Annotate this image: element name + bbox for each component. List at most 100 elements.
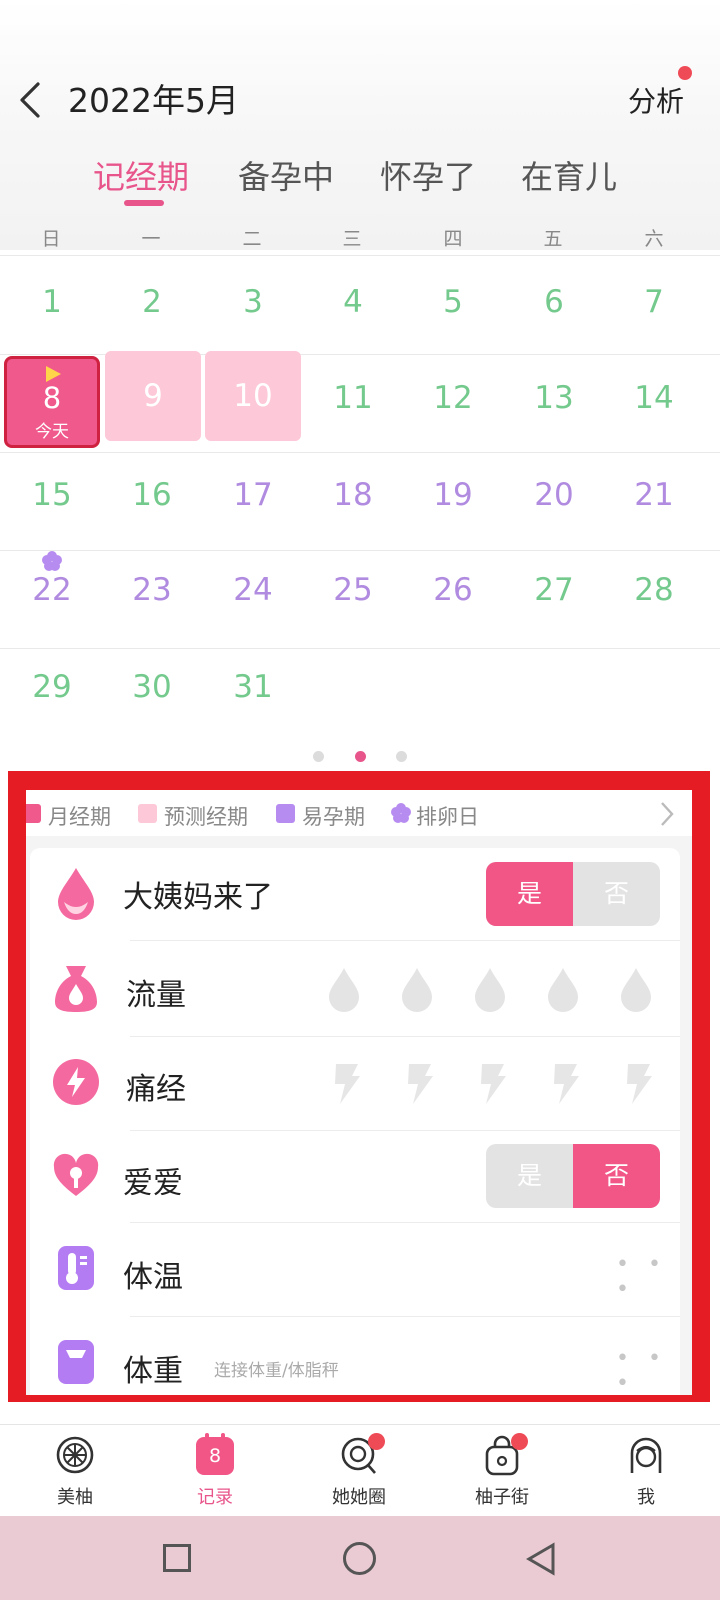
nav-label: 美柚 (57, 1487, 93, 1508)
calendar-day[interactable]: 12 (403, 380, 503, 416)
more-icon[interactable]: • • • (616, 1346, 680, 1395)
calendar-day[interactable]: 7 (604, 284, 704, 320)
calendar-day[interactable]: 14 (604, 380, 704, 416)
nav-item-record[interactable]: 8 记录 (155, 1431, 275, 1513)
nav-item-meiyou[interactable]: 美柚 (15, 1431, 135, 1513)
flow-label: 流量 (126, 978, 186, 1013)
calendar-day[interactable]: 11 (303, 380, 403, 416)
calendar-day[interactable]: 23 (102, 572, 202, 608)
profile-icon (630, 1437, 662, 1473)
pain-bolt-icon[interactable] (547, 1060, 581, 1106)
flow-drop-icon[interactable] (545, 966, 581, 1014)
pager-dot-active[interactable] (355, 751, 366, 762)
calendar-day[interactable]: 28 (604, 572, 704, 608)
period-came-no-button[interactable]: 否 (573, 862, 660, 926)
calendar-day[interactable]: 2 (102, 284, 202, 320)
love-toggle[interactable]: 是 否 (486, 1144, 660, 1208)
calendar-day[interactable]: 25 (303, 572, 403, 608)
calendar-legend[interactable]: 月经期 预测经期 易孕期 排卵日 (26, 790, 692, 836)
today-cell[interactable]: 8 今天 (4, 356, 100, 448)
calendar-day[interactable]: 3 (203, 284, 303, 320)
tab-pregnant[interactable]: 怀孕了 (380, 152, 476, 198)
calendar-day[interactable]: 1 (2, 284, 102, 320)
weekday-fri: 五 (543, 228, 563, 250)
header-area (0, 0, 720, 250)
calendar-day[interactable]: 29 (2, 669, 102, 705)
tab-record-period[interactable]: 记经期 (93, 152, 189, 198)
nav-item-shop[interactable]: 柚子街 (442, 1431, 562, 1513)
nav-item-community[interactable]: 她她圈 (299, 1431, 419, 1513)
row-divider (0, 648, 720, 649)
analysis-notification-dot (678, 66, 692, 80)
pager-dot[interactable] (396, 751, 407, 762)
pain-label: 痛经 (126, 1072, 186, 1107)
predicted-period-cell[interactable]: 10 (205, 351, 301, 441)
back-triangle-icon[interactable] (526, 1542, 556, 1576)
calendar-day[interactable]: 19 (403, 477, 503, 513)
love-yes-button[interactable]: 是 (486, 1144, 573, 1208)
nav-label: 我 (637, 1487, 655, 1508)
pain-level-selector[interactable] (328, 1060, 668, 1110)
weight-label: 体重 (123, 1354, 183, 1389)
home-circle-icon[interactable] (343, 1542, 376, 1575)
weekday-mon: 一 (141, 228, 161, 250)
today-day-number: 8 (42, 381, 62, 415)
flow-drop-icon[interactable] (399, 966, 435, 1014)
chevron-right-icon[interactable] (658, 800, 676, 828)
temperature-label: 体温 (123, 1260, 183, 1295)
calendar-day[interactable]: 4 (303, 284, 403, 320)
legend-label-fertile: 易孕期 (302, 805, 365, 829)
ovulation-flower-icon (42, 551, 62, 571)
calendar-day[interactable]: 20 (504, 477, 604, 513)
calendar-day[interactable]: 5 (403, 284, 503, 320)
flow-drop-icon[interactable] (326, 966, 362, 1014)
back-arrow-icon[interactable] (14, 78, 54, 122)
row-divider (130, 1130, 680, 1131)
calendar-day[interactable]: 26 (403, 572, 503, 608)
recents-square-icon[interactable] (163, 1544, 191, 1572)
nav-item-me[interactable]: 我 (586, 1431, 706, 1513)
pain-bolt-icon[interactable] (474, 1060, 508, 1106)
calendar-day[interactable]: 27 (504, 572, 604, 608)
tab-parenting[interactable]: 在育儿 (521, 152, 617, 198)
pager-dot[interactable] (313, 751, 324, 762)
period-came-toggle[interactable]: 是 否 (486, 862, 660, 926)
calendar-day[interactable]: 24 (203, 572, 303, 608)
period-came-yes-button[interactable]: 是 (486, 862, 573, 926)
flow-drop-icon[interactable] (618, 966, 654, 1014)
calendar-day[interactable]: 16 (102, 477, 202, 513)
calendar-day[interactable]: 30 (102, 669, 202, 705)
predicted-period-cell[interactable]: 9 (105, 351, 201, 441)
flow-level-selector[interactable] (326, 966, 666, 1016)
calendar-day[interactable]: 22 (2, 572, 102, 608)
today-label: 今天 (35, 422, 69, 442)
weekday-tue: 二 (242, 228, 262, 250)
calendar-day[interactable]: 18 (303, 477, 403, 513)
pain-bolt-icon[interactable] (620, 1060, 654, 1106)
analysis-button[interactable]: 分析 (628, 80, 684, 120)
love-no-button[interactable]: 否 (573, 1144, 660, 1208)
row-divider (130, 1316, 680, 1317)
record-card: 大姨妈来了 是 否 流量 痛经 爱爱 是 否 体温 • • • 体重 连接体重/… (30, 848, 680, 1395)
thermometer-icon (58, 1246, 94, 1290)
weight-connect-hint[interactable]: 连接体重/体脂秤 (214, 1356, 339, 1381)
pain-bolt-icon[interactable] (328, 1060, 362, 1106)
lightning-pain-icon (53, 1059, 99, 1105)
more-icon[interactable]: • • • (616, 1252, 680, 1302)
page-title: 2022年5月 (68, 81, 239, 120)
scale-icon (58, 1340, 94, 1384)
pain-bolt-icon[interactable] (401, 1060, 435, 1106)
calendar-day[interactable]: 6 (504, 284, 604, 320)
legend-label-predicted: 预测经期 (164, 805, 248, 829)
system-navigation-bar (0, 1516, 720, 1600)
row-divider (0, 550, 720, 551)
tab-trying-to-conceive[interactable]: 备孕中 (238, 152, 334, 198)
notification-dot (368, 1433, 385, 1450)
calendar-day[interactable]: 21 (604, 477, 704, 513)
calendar-day[interactable]: 13 (504, 380, 604, 416)
flow-drop-icon[interactable] (472, 966, 508, 1014)
calendar-day[interactable]: 17 (203, 477, 303, 513)
nav-label: 她她圈 (332, 1487, 386, 1508)
calendar-day[interactable]: 15 (2, 477, 102, 513)
calendar-day[interactable]: 31 (203, 669, 303, 705)
